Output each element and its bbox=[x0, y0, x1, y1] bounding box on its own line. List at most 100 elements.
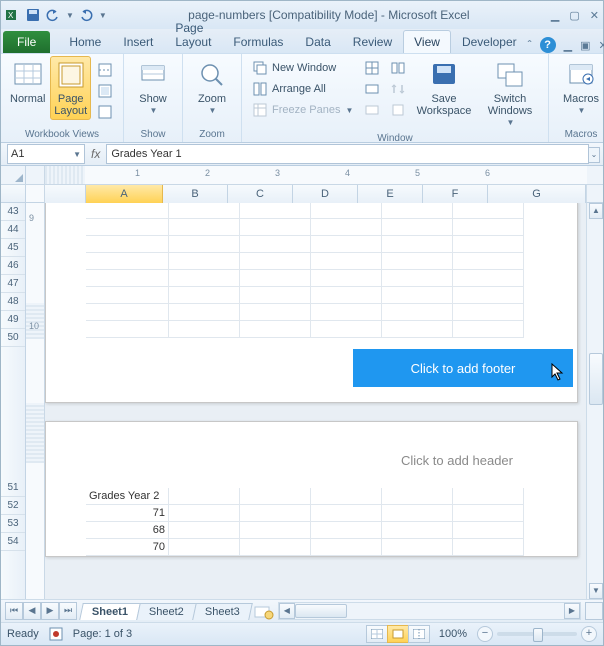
show-button[interactable]: Show ▼ bbox=[130, 56, 176, 120]
vertical-ruler[interactable]: 9 10 bbox=[26, 203, 45, 599]
normal-view-button[interactable]: Normal bbox=[7, 56, 48, 108]
close-icon[interactable]: ✕ bbox=[590, 9, 599, 22]
synchronous-scrolling-button[interactable] bbox=[386, 79, 410, 99]
reset-window-position-button[interactable] bbox=[386, 100, 410, 120]
scroll-right-icon[interactable]: ▶ bbox=[564, 603, 580, 619]
column-header-e[interactable]: E bbox=[358, 185, 423, 203]
custom-views-button[interactable] bbox=[93, 81, 117, 101]
scroll-up-icon[interactable]: ▲ bbox=[589, 203, 603, 219]
formula-bar[interactable]: Grades Year 1 ⌄ bbox=[106, 144, 589, 164]
page-break-preview-button[interactable] bbox=[93, 60, 117, 80]
sheet-tab-1[interactable]: Sheet1 bbox=[79, 603, 141, 620]
switch-windows-button[interactable]: Switch Windows ▼ bbox=[478, 56, 542, 132]
vscroll-thumb[interactable] bbox=[589, 353, 603, 405]
row-header[interactable]: 51 bbox=[1, 479, 25, 497]
header-placeholder[interactable]: Click to add header bbox=[401, 453, 513, 468]
row-header[interactable]: 47 bbox=[1, 275, 25, 293]
redo-icon[interactable] bbox=[78, 7, 94, 23]
zoom-track[interactable] bbox=[497, 632, 577, 636]
row-header[interactable]: 48 bbox=[1, 293, 25, 311]
name-box-dropdown-icon[interactable]: ▼ bbox=[73, 150, 81, 159]
sheet-nav-first-icon[interactable]: ⏮ bbox=[5, 602, 23, 620]
help-icon[interactable]: ? bbox=[540, 37, 556, 53]
minimize-icon[interactable]: ▁ bbox=[551, 9, 559, 22]
doc-close-icon[interactable]: ✕ bbox=[599, 39, 604, 52]
column-header-b[interactable]: B bbox=[163, 185, 228, 203]
scroll-left-icon[interactable]: ◀ bbox=[279, 603, 295, 619]
doc-minimize-icon[interactable]: ▁ bbox=[564, 39, 572, 52]
footer-placeholder[interactable]: Click to add footer bbox=[353, 349, 573, 387]
unhide-button[interactable] bbox=[360, 100, 384, 120]
name-box[interactable]: A1 ▼ bbox=[7, 144, 85, 164]
row-header[interactable]: 43 bbox=[1, 203, 25, 221]
row-header[interactable]: 50 bbox=[1, 329, 25, 347]
row-header[interactable]: 54 bbox=[1, 533, 25, 551]
maximize-icon[interactable]: ▢ bbox=[569, 9, 579, 22]
sheet-nav-prev-icon[interactable]: ◀ bbox=[23, 602, 41, 620]
tab-insert[interactable]: Insert bbox=[112, 30, 164, 53]
row-header[interactable]: 49 bbox=[1, 311, 25, 329]
normal-view-shortcut[interactable] bbox=[366, 625, 388, 643]
hscroll-thumb[interactable] bbox=[295, 604, 347, 618]
fx-icon[interactable]: fx bbox=[91, 147, 100, 161]
new-window-button[interactable]: New Window bbox=[248, 58, 358, 78]
undo-dropdown-icon[interactable]: ▼ bbox=[66, 11, 74, 20]
save-icon[interactable] bbox=[25, 7, 41, 23]
sheet-nav-next-icon[interactable]: ▶ bbox=[41, 602, 59, 620]
select-all-button[interactable] bbox=[1, 166, 26, 184]
qat-customize-icon[interactable]: ▼ bbox=[99, 11, 107, 20]
column-header-g[interactable]: G bbox=[488, 185, 586, 203]
zoom-button[interactable]: Zoom ▼ bbox=[189, 56, 235, 120]
tab-view[interactable]: View bbox=[403, 30, 451, 53]
tab-review[interactable]: Review bbox=[342, 30, 403, 53]
file-tab[interactable]: File bbox=[3, 31, 50, 53]
zoom-thumb[interactable] bbox=[533, 628, 543, 642]
page-break-preview-shortcut[interactable] bbox=[408, 625, 430, 643]
cell[interactable]: Grades Year 2 bbox=[86, 488, 169, 505]
column-header-d[interactable]: D bbox=[293, 185, 358, 203]
grid-page2[interactable]: Grades Year 2 71 68 70 bbox=[86, 488, 537, 556]
horizontal-ruler[interactable]: 1 2 3 4 5 6 bbox=[45, 166, 587, 185]
column-header-a[interactable]: A bbox=[86, 185, 163, 203]
hide-button[interactable] bbox=[360, 79, 384, 99]
zoom-in-button[interactable]: + bbox=[581, 626, 597, 642]
vertical-scrollbar[interactable]: ▲ ▼ bbox=[586, 203, 603, 599]
row-header[interactable]: 46 bbox=[1, 257, 25, 275]
zoom-percent[interactable]: 100% bbox=[439, 628, 467, 640]
split-button[interactable] bbox=[360, 58, 384, 78]
column-header-f[interactable]: F bbox=[423, 185, 488, 203]
page-layout-shortcut[interactable] bbox=[387, 625, 409, 643]
zoom-out-button[interactable]: − bbox=[477, 626, 493, 642]
view-side-by-side-button[interactable] bbox=[386, 58, 410, 78]
column-header-c[interactable]: C bbox=[228, 185, 293, 203]
freeze-panes-button[interactable]: Freeze Panes▼ bbox=[248, 100, 358, 120]
formula-bar-expand-icon[interactable]: ⌄ bbox=[588, 147, 600, 163]
undo-icon[interactable] bbox=[45, 7, 61, 23]
row-header[interactable]: 52 bbox=[1, 497, 25, 515]
sheet-tab-2[interactable]: Sheet2 bbox=[136, 603, 196, 620]
grid-page1[interactable] bbox=[86, 203, 537, 338]
row-header[interactable]: 53 bbox=[1, 515, 25, 533]
row-header[interactable]: 44 bbox=[1, 221, 25, 239]
minimize-ribbon-icon[interactable]: ˆ bbox=[528, 38, 532, 52]
cell[interactable]: 71 bbox=[86, 505, 169, 522]
row-header[interactable]: 45 bbox=[1, 239, 25, 257]
tab-developer[interactable]: Developer bbox=[451, 30, 528, 53]
arrange-all-button[interactable]: Arrange All bbox=[248, 79, 358, 99]
sheet-nav-last-icon[interactable]: ⏭ bbox=[59, 602, 77, 620]
cell[interactable]: 70 bbox=[86, 539, 169, 556]
tab-page-layout[interactable]: Page Layout bbox=[164, 16, 222, 53]
tab-home[interactable]: Home bbox=[58, 30, 112, 53]
save-workspace-button[interactable]: Save Workspace bbox=[412, 56, 476, 120]
horizontal-scrollbar[interactable]: ◀ ▶ bbox=[278, 602, 581, 620]
doc-restore-icon[interactable]: ▣ bbox=[580, 39, 590, 52]
tab-formulas[interactable]: Formulas bbox=[222, 30, 294, 53]
tab-data[interactable]: Data bbox=[294, 30, 341, 53]
new-sheet-icon[interactable] bbox=[254, 606, 274, 620]
cell[interactable]: 68 bbox=[86, 522, 169, 539]
page-layout-view-button[interactable]: Page Layout bbox=[50, 56, 91, 120]
macro-record-icon[interactable] bbox=[49, 627, 63, 641]
full-screen-button[interactable] bbox=[93, 102, 117, 122]
scroll-down-icon[interactable]: ▼ bbox=[589, 583, 603, 599]
sheet-tab-3[interactable]: Sheet3 bbox=[192, 603, 252, 620]
